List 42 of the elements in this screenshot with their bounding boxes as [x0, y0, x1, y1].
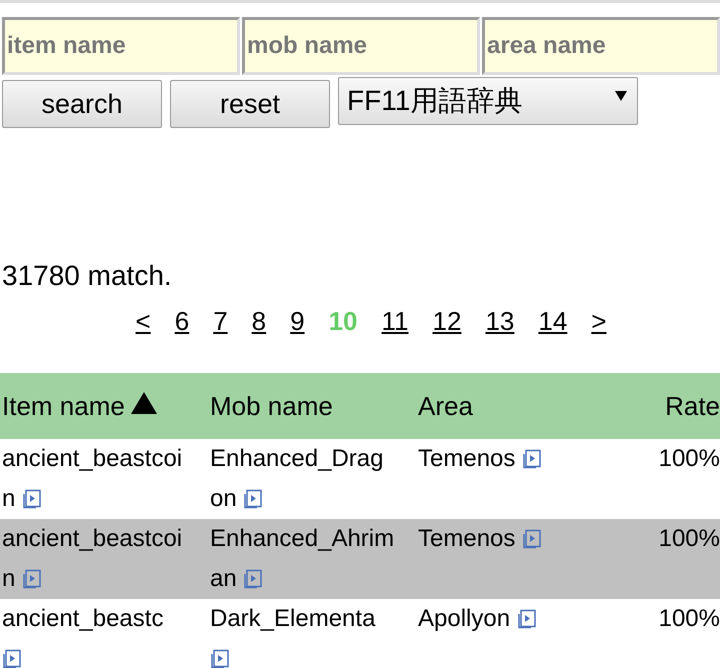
page-link[interactable]: < — [130, 306, 157, 337]
table-cell-text: 100% — [658, 444, 720, 474]
page-link[interactable]: 6 — [168, 306, 196, 337]
page-link[interactable]: 14 — [532, 306, 574, 337]
link-icon[interactable] — [210, 649, 230, 668]
sort-ascending-icon — [130, 392, 157, 414]
table-cell-text: Enhanced_Dragon — [209, 444, 384, 514]
table-cell: ancient_beastc — [0, 599, 208, 668]
table-cell: Apollyon — [416, 599, 646, 668]
search-field[interactable]: area name — [482, 17, 720, 75]
link-icon[interactable] — [516, 609, 537, 629]
page-link[interactable]: > — [585, 306, 612, 337]
table-cell-text: 100% — [658, 604, 720, 634]
link-icon[interactable] — [2, 649, 22, 668]
match-count: 31780 match. — [1, 260, 173, 292]
dictionary-select[interactable]: FF11用語辞典 — [338, 77, 638, 125]
table-cell-text: 100% — [658, 524, 720, 554]
table-cell: Dark_Elementa — [208, 599, 416, 668]
page-link[interactable]: 13 — [479, 306, 520, 337]
column-header[interactable]: Area — [418, 390, 473, 422]
page-link[interactable]: 9 — [284, 306, 311, 337]
link-icon[interactable] — [22, 569, 42, 589]
action-button[interactable]: reset — [170, 80, 330, 128]
column-header[interactable]: Mob name — [210, 390, 333, 422]
link-icon[interactable] — [522, 529, 542, 549]
link-icon[interactable] — [522, 449, 542, 469]
column-header[interactable]: Item name — [2, 390, 157, 422]
table-cell: Temenos — [416, 439, 646, 519]
table-cell-text: Enhanced_Ahriman — [209, 524, 396, 594]
column-header[interactable]: Rate — [665, 390, 720, 422]
page-link[interactable]: 7 — [207, 306, 234, 337]
link-icon[interactable] — [243, 489, 264, 509]
page-link[interactable]: 8 — [246, 306, 272, 337]
link-icon[interactable] — [243, 569, 264, 589]
search-field[interactable]: item name — [2, 17, 240, 75]
page-link[interactable]: 12 — [426, 306, 468, 337]
search-field[interactable]: mob name — [242, 17, 480, 75]
caret-icon — [615, 90, 627, 102]
link-icon[interactable] — [22, 489, 42, 509]
page-link[interactable]: 11 — [376, 306, 415, 337]
action-button[interactable]: search — [2, 80, 162, 128]
table-cell: Temenos — [416, 519, 646, 599]
